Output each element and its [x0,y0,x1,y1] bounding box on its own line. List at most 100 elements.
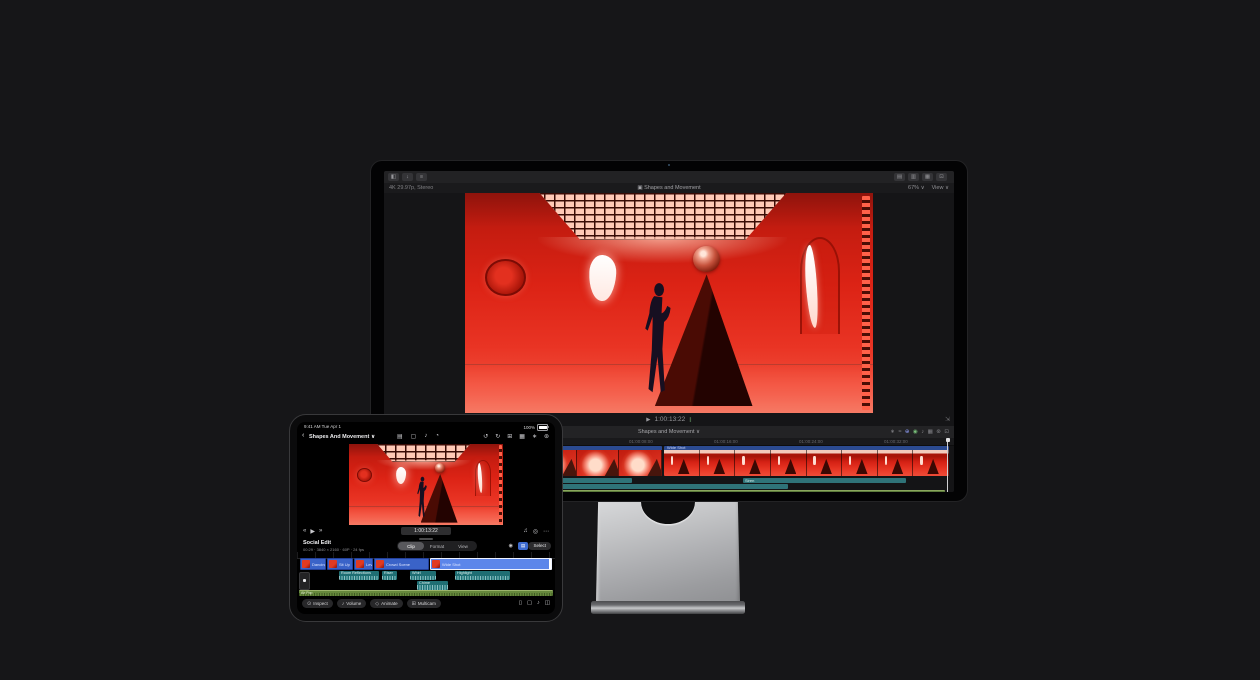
animate-button[interactable]: ◇Animate [370,599,402,608]
music-track[interactable]: Air Pop [299,590,553,596]
timer-icon[interactable]: ◔ [435,433,439,440]
track-header-button[interactable] [299,572,310,590]
sphere [693,246,720,272]
sidebar-toggle-icon[interactable]: ◧ [388,173,399,181]
dancer-silhouette [642,281,675,400]
audio-clip-dramatic-swell[interactable]: Dramatic Swell [534,484,788,489]
arch-window [475,460,490,496]
mode-clip[interactable]: Clip [398,542,424,550]
ipad-bottom-toolbar: ⊙Inspect ♪Volume ◇Animate ⊞Multicam ▯ ▢ … [297,599,555,610]
clip-appearance-icon[interactable]: ⊡ [944,429,949,435]
playhead[interactable] [947,438,948,492]
ruler-tick: 01:00:08:00 [629,439,653,444]
timecode-display: 1:00:13:22 [655,416,686,423]
skimming-icon[interactable]: ◉ [913,429,918,435]
video-clip-wide-shot[interactable]: Wide Shot [664,446,949,476]
transitions-icon[interactable]: ≈ [898,429,901,435]
inspect-button[interactable]: ⊙Inspect [302,599,333,608]
settings-icon[interactable]: ⊛ [544,433,549,440]
media-browser-icon[interactable]: ▦ [519,433,525,440]
redo-icon[interactable]: ↻ [495,433,500,440]
duplicate-icon[interactable]: ▢ [527,600,532,606]
animate-icon: ◇ [375,601,379,607]
porthole-window [485,259,526,296]
audio-clip[interactable]: Chime [417,581,448,590]
ceiling-glow [538,237,787,263]
audio-clip[interactable]: Whirl [410,571,436,580]
effects-icon[interactable]: ∗ [532,433,537,440]
zoom-menu[interactable]: 67% ∨ [908,185,925,191]
audio-clip[interactable]: Room Reflections [339,571,379,580]
effects-icon[interactable]: ∗ [890,429,895,435]
select-button[interactable]: Select [528,542,551,550]
detach-icon[interactable]: ◫ [545,600,550,606]
audio-clip[interactable]: Riser [382,571,397,580]
video-clip-wide-shot-selected[interactable]: Wide Shot [430,558,552,570]
arch-window [800,237,841,334]
view-menu[interactable]: View ∨ [932,185,949,191]
zoom-icon[interactable]: ◎ [533,528,538,535]
ruler-tick: 01:00:32:00 [884,439,908,444]
media-icon[interactable]: ▢ [411,433,417,440]
object-tracks-icon[interactable]: ⊕ [905,429,910,435]
clip-appearance-icon[interactable]: ▤ [518,542,528,550]
video-clip[interactable]: Sit Up [327,558,353,570]
timecode-display: 1:00:13:22 [401,527,451,535]
eye-icon[interactable]: ◉ [509,543,513,549]
audio-meters-icon[interactable]: ∥ [689,417,692,423]
viewer-layout-icon[interactable]: ▥ [908,173,919,181]
tools-icon[interactable]: ≡ [416,173,427,181]
mode-view[interactable]: View [450,542,476,550]
audio-clip-siren[interactable]: Siren [743,478,906,483]
fullscreen-icon[interactable]: ⇲ [945,416,950,423]
audio-clip[interactable]: Highlight [455,571,510,580]
play-button[interactable]: ▶ [310,528,315,535]
project-name: Social Edit [303,540,331,546]
browser-layout-icon[interactable]: ▤ [894,173,905,181]
snapping-icon[interactable]: ▦ [928,429,933,435]
ceiling-glow [377,460,471,470]
delete-icon[interactable]: ▯ [519,600,522,606]
volume-button[interactable]: ♪Volume [337,599,367,608]
play-button[interactable]: ▶ [646,417,650,423]
video-clip[interactable]: Levels [354,558,373,570]
teardrop-window [396,466,407,484]
inspector-layout-icon[interactable]: ▦ [922,173,933,181]
mic-icon[interactable]: ♪ [424,433,427,440]
video-clip[interactable]: Dancing Man [300,558,326,570]
music-track[interactable] [534,490,945,492]
import-icon[interactable]: ↓ [402,173,413,181]
skip-back-icon[interactable]: « [303,528,306,535]
ipad-toolbar: ‹ Shapes And Movement ∨ ▤ ▢ ♪ ◔ ↺ ↻ ⊞ ▦ … [297,430,555,443]
ruler-tick: 01:00:16:00 [714,439,738,444]
viewer-canvas [384,193,954,413]
audio-skimming-icon[interactable]: ♪ [921,429,924,435]
inspect-icon: ⊙ [307,601,311,607]
mode-format[interactable]: Format [424,542,450,550]
project-meta: 00:29 · 3840 × 2160 · 60P · 24 fps [303,547,364,552]
multicam-button[interactable]: ⊞Multicam [407,599,441,608]
video-frame [465,193,873,413]
mute-icon[interactable]: ♪ [537,600,540,606]
viewer-project-title: ▣ Shapes and Movement [384,185,954,191]
back-icon[interactable]: ‹ [302,432,304,439]
volume-icon: ♪ [342,601,345,607]
project-title-menu[interactable]: Shapes And Movement ∨ [309,434,375,440]
stand-notch [641,500,695,524]
share-icon[interactable]: ⊡ [936,173,947,181]
more-icon[interactable]: ⋯ [543,528,549,535]
timeline-header: Social Edit 00:29 · 3840 × 2160 · 60P · … [297,540,555,552]
skip-forward-icon[interactable]: » [319,528,322,535]
ipad-transport: « ▶ » 1:00:13:22 ♫ ◎ ⋯ [297,525,555,537]
layout-icon[interactable]: ⊞ [507,433,512,440]
audio-meter-icon[interactable]: ♫ [523,528,528,535]
undo-icon[interactable]: ↺ [483,433,488,440]
video-frame [349,444,503,525]
jog-wheel-icon[interactable]: ▤ [397,433,403,440]
fcp-toolbar: ◧ ↓ ≡ ▤ ▥ ▦ ⊡ [384,171,954,183]
video-clip[interactable]: Crowd Scene [374,558,429,570]
porthole-window [357,468,372,482]
light-strip [862,196,870,409]
timeline-settings-icon[interactable]: ⊛ [936,429,941,435]
dancer-silhouette [416,476,428,520]
